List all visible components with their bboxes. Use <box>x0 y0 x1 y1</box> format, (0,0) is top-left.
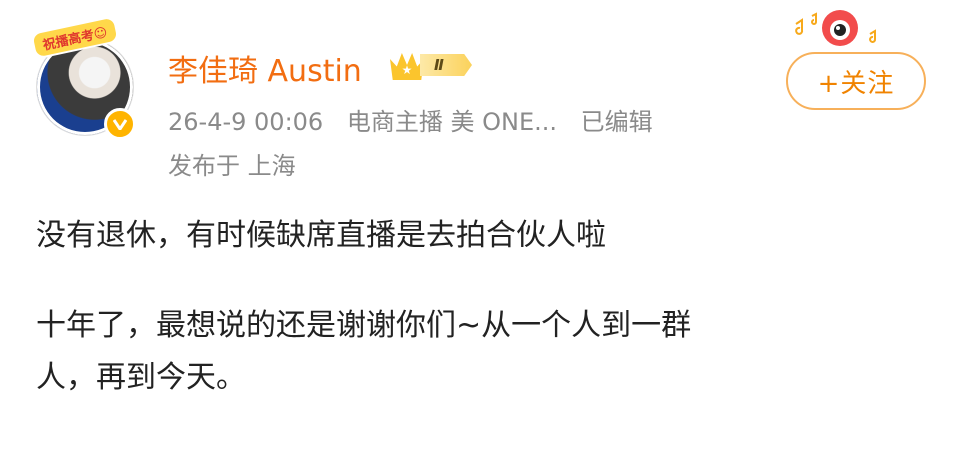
vip-badge[interactable]: ★ Ⅱ <box>390 50 482 80</box>
edited-label[interactable]: 已编辑 <box>581 108 653 136</box>
username[interactable]: 李佳琦 Austin <box>168 46 362 90</box>
post-text-line: 人，再到今天。 <box>36 360 246 395</box>
crown-icon: ★ <box>390 53 424 80</box>
follow-button[interactable]: +关注 <box>786 52 926 110</box>
post-date: 26-4-9 00:06 <box>168 108 324 136</box>
verified-v-icon <box>104 108 136 140</box>
post-meta: 26-4-9 00:06 电商主播 美 ONE... 已编辑 <box>168 102 669 137</box>
post-location: 发布于 上海 <box>168 152 296 180</box>
post-body: 没有退休，有时候缺席直播是去拍合伙人啦 十年了，最想说的还是谢谢你们~从一个人到… <box>36 210 916 404</box>
camera-logo-icon <box>795 10 876 46</box>
user-tag[interactable]: 电商主播 美 ONE... <box>347 108 557 136</box>
vip-level: Ⅱ <box>420 54 472 76</box>
post-text-line: 十年了，最想说的还是谢谢你们~从一个人到一群 <box>36 308 692 343</box>
post-text-line: 没有退休，有时候缺席直播是去拍合伙人啦 <box>36 218 606 253</box>
avatar-container[interactable]: 祝播高考☺ <box>30 15 140 140</box>
